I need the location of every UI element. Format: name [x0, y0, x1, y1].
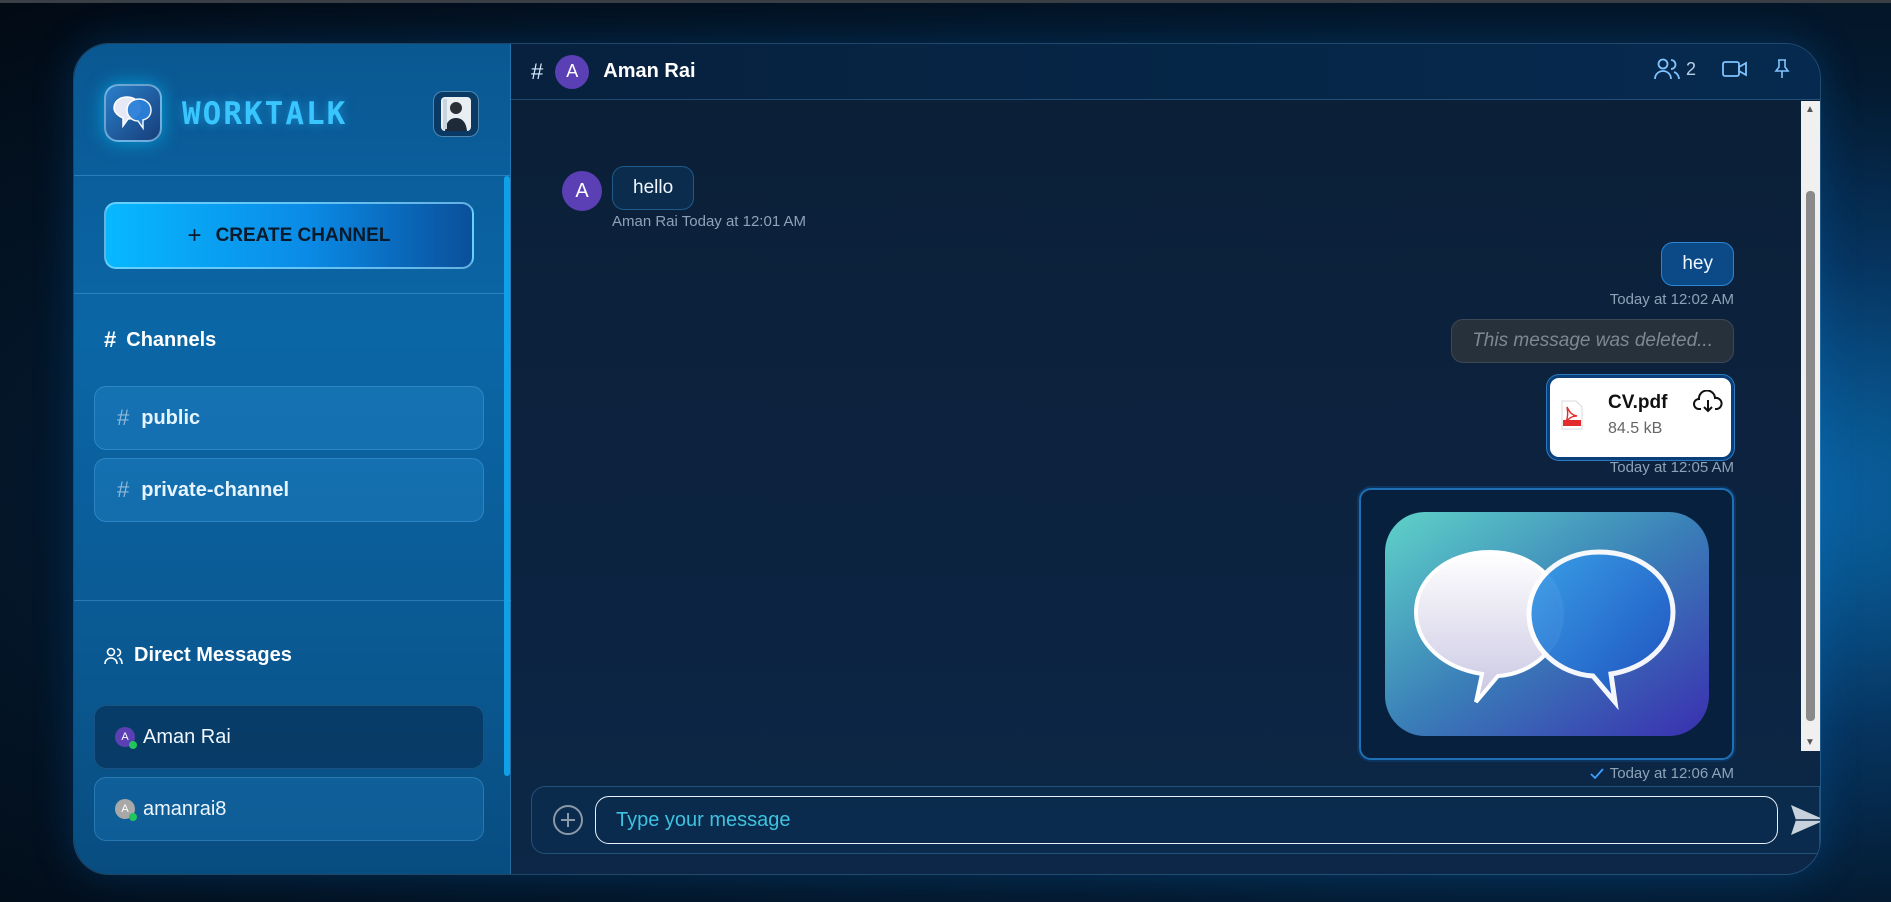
- create-channel-label: CREATE CHANNEL: [215, 224, 391, 246]
- message-list: A hello Aman Rai Today at 12:01 AM hey T…: [511, 101, 1801, 782]
- sidebar-item-public[interactable]: # public: [94, 386, 484, 450]
- message-meta: Aman Rai Today at 12:01 AM: [612, 213, 807, 230]
- hash-icon: #: [117, 405, 130, 430]
- sidebar-header: WORKTALK: [74, 44, 510, 176]
- sidebar: WORKTALK + CREATE CHANNEL # Channels # p…: [74, 44, 511, 874]
- avatar-initial: A: [121, 803, 129, 815]
- avatar: A: [115, 727, 137, 749]
- direct-messages-heading: Direct Messages: [104, 644, 292, 667]
- message-meta: Today at 12:06 AM: [1590, 765, 1734, 782]
- pin-button[interactable]: [1774, 59, 1790, 79]
- sidebar-scrollbar[interactable]: [504, 176, 510, 776]
- app-logo: [104, 84, 162, 142]
- dm-item-aman-rai[interactable]: A Aman Rai: [94, 705, 484, 769]
- scroll-down-icon[interactable]: ▼: [1805, 737, 1815, 748]
- channel-label: private-channel: [141, 478, 290, 501]
- channel-label: public: [141, 406, 201, 429]
- message-bubble[interactable]: hey: [1661, 242, 1734, 286]
- create-channel-button[interactable]: + CREATE CHANNEL: [104, 202, 474, 269]
- plus-icon: +: [187, 221, 202, 249]
- chat-header-actions: 2: [1654, 58, 1790, 80]
- channels-heading: # Channels: [104, 327, 216, 353]
- scroll-up-icon[interactable]: ▲: [1805, 104, 1815, 115]
- online-indicator: [129, 741, 137, 749]
- app-window: WORKTALK + CREATE CHANNEL # Channels # p…: [73, 43, 1821, 875]
- scrollbar-thumb[interactable]: [1806, 191, 1815, 721]
- message-meta: Today at 12:02 AM: [1609, 291, 1734, 308]
- dm-label: Aman Rai: [143, 725, 231, 748]
- message-avatar: A: [562, 171, 602, 211]
- message-text: hey: [1682, 253, 1713, 274]
- chat-header: # A Aman Rai 2: [511, 44, 1820, 100]
- user-photo-icon: [441, 97, 471, 131]
- avatar-initial: A: [121, 731, 129, 743]
- hash-icon: #: [531, 58, 544, 84]
- channels-title: Channels: [126, 328, 217, 351]
- file-size: 84.5 kB: [1608, 420, 1663, 437]
- create-channel-section: + CREATE CHANNEL: [74, 176, 510, 294]
- message-time: Today at 12:06 AM: [1609, 765, 1734, 782]
- message-text: This message was deleted...: [1472, 330, 1713, 351]
- message-text: hello: [633, 177, 674, 198]
- chat-panel: # A Aman Rai 2 A hello Aman Rai Today at…: [511, 44, 1820, 874]
- deleted-message: This message was deleted...: [1451, 319, 1734, 363]
- file-name: CV.pdf: [1608, 392, 1668, 413]
- brand-name: WORKTALK: [182, 96, 348, 132]
- message-composer: [531, 786, 1820, 854]
- users-icon: [104, 647, 123, 664]
- file-attachment[interactable]: CV.pdf 84.5 kB: [1547, 375, 1734, 460]
- cloud-download-icon[interactable]: [1693, 390, 1723, 414]
- video-icon: [1722, 61, 1747, 77]
- check-icon: [1590, 767, 1604, 779]
- image-attachment[interactable]: [1359, 488, 1734, 760]
- plus-circle-icon[interactable]: [552, 804, 584, 836]
- members-button[interactable]: 2: [1654, 58, 1696, 80]
- sidebar-item-private-channel[interactable]: # private-channel: [94, 458, 484, 522]
- hash-icon: #: [104, 327, 117, 352]
- send-icon[interactable]: [1789, 803, 1821, 837]
- dm-label: amanrai8: [143, 797, 227, 820]
- chat-bubbles-icon: [1384, 512, 1709, 736]
- avatar: A: [115, 799, 137, 821]
- pin-icon: [1774, 59, 1790, 78]
- video-call-button[interactable]: [1722, 60, 1748, 78]
- chat-bubbles-icon: [113, 96, 152, 131]
- chat-title: Aman Rai: [603, 60, 696, 82]
- users-icon: [1654, 58, 1680, 80]
- chat-avatar: A: [555, 54, 590, 89]
- user-avatar[interactable]: [433, 91, 479, 137]
- member-count: 2: [1685, 58, 1696, 79]
- message-bubble[interactable]: hello: [612, 166, 695, 210]
- direct-messages-title: Direct Messages: [134, 644, 292, 666]
- message-meta: Today at 12:05 AM: [1609, 459, 1734, 476]
- pdf-icon: [1561, 400, 1583, 430]
- messages-scrollbar[interactable]: ▲ ▼: [1801, 101, 1820, 751]
- sidebar-divider: [74, 600, 511, 601]
- dm-item-amanrai8[interactable]: A amanrai8: [94, 777, 484, 841]
- online-indicator: [129, 813, 137, 821]
- message-input[interactable]: [595, 796, 1778, 844]
- hash-icon: #: [117, 477, 130, 502]
